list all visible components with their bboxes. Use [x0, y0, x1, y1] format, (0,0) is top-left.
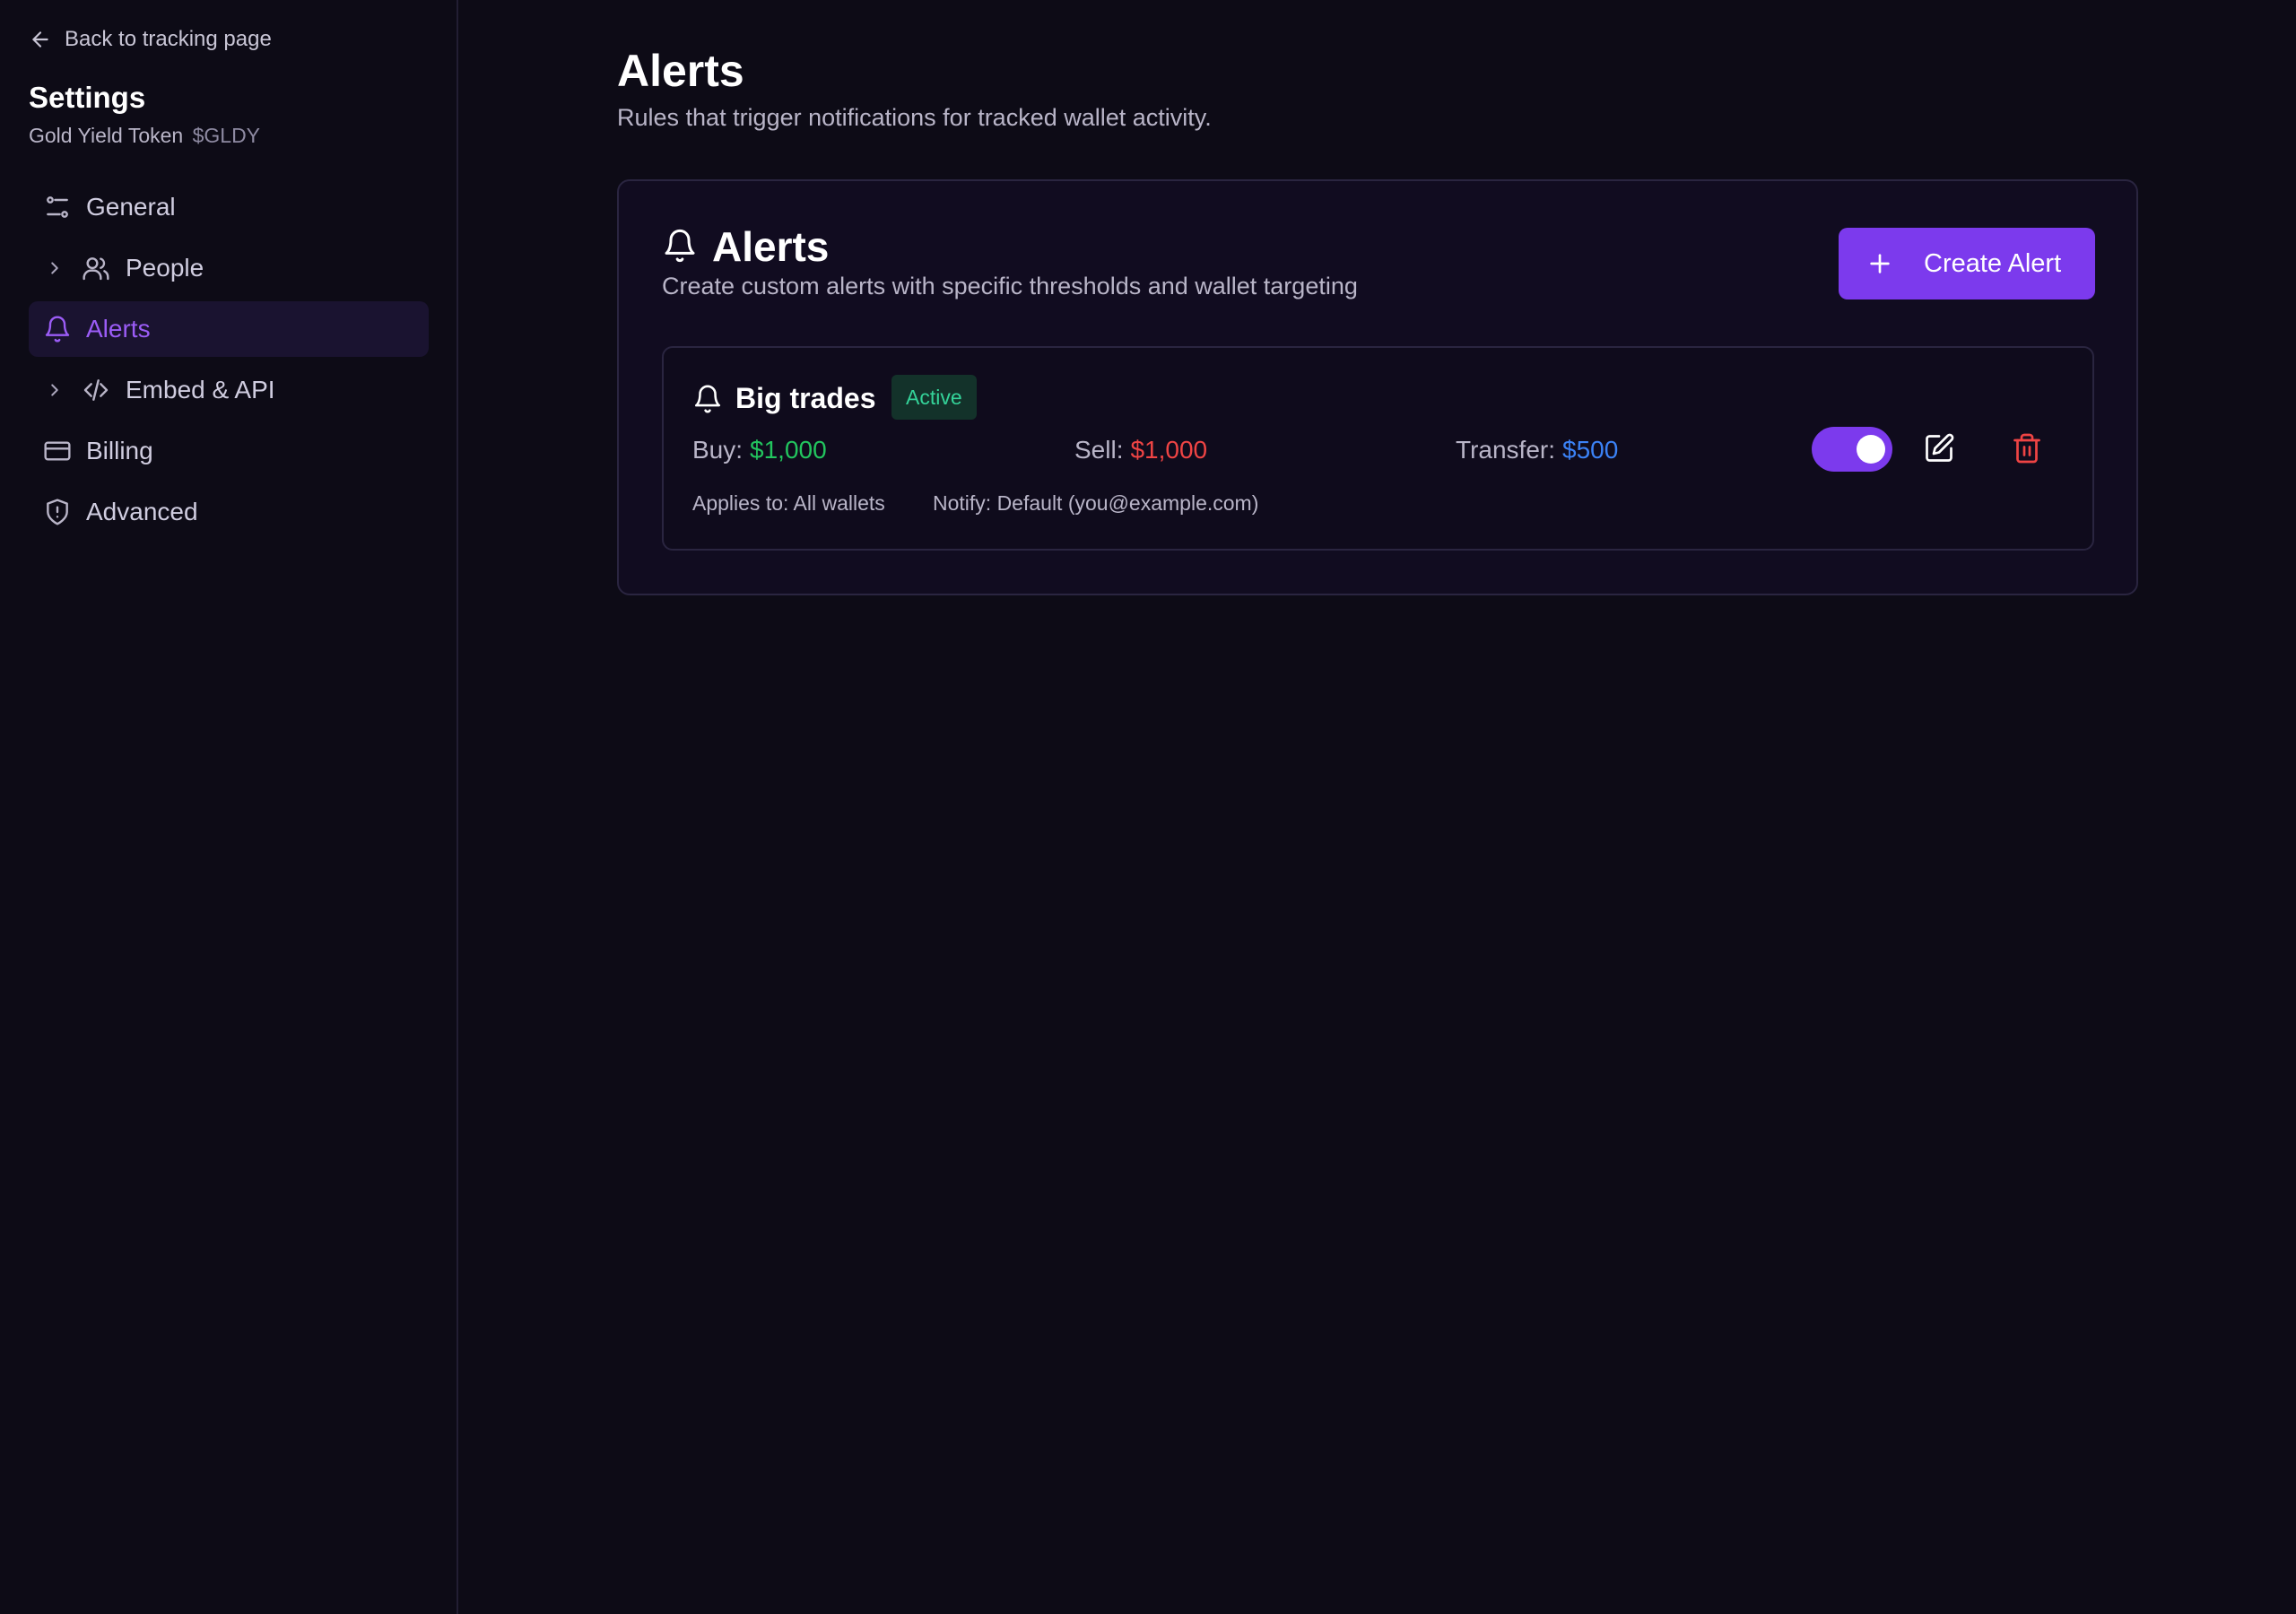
sidebar-item-billing[interactable]: Billing — [29, 423, 429, 479]
alert-enabled-toggle[interactable] — [1812, 427, 1892, 472]
settings-sidebar: Back to tracking page Settings Gold Yiel… — [0, 0, 458, 1614]
trash-icon — [2011, 432, 2043, 464]
settings-nav: General People Alerts Embed & API Billin… — [29, 179, 429, 545]
sell-label: Sell: — [1074, 436, 1124, 464]
buy-label: Buy: — [692, 436, 744, 464]
sidebar-item-label: Advanced — [86, 498, 198, 525]
sell-value: $1,000 — [1130, 436, 1208, 464]
create-alert-button[interactable]: Create Alert — [1839, 228, 2095, 299]
sidebar-item-general[interactable]: General — [29, 179, 429, 235]
edit-alert-button[interactable] — [1923, 432, 1955, 464]
arrow-left-icon — [29, 28, 52, 51]
chevron-right-icon[interactable] — [45, 258, 65, 278]
transfer-label: Transfer: — [1456, 436, 1555, 464]
sell-threshold: Sell: $1,000 — [1074, 436, 1207, 464]
page-subtitle: Rules that trigger notifications for tra… — [617, 104, 1212, 131]
sidebar-item-embed-api[interactable]: Embed & API — [29, 362, 429, 418]
bell-icon — [692, 384, 723, 414]
main-content: Alerts Rules that trigger notifications … — [459, 0, 2296, 1614]
sidebar-item-label: Embed & API — [126, 376, 275, 404]
credit-card-icon — [43, 437, 72, 465]
users-icon — [82, 254, 110, 282]
sidebar-item-label: General — [86, 193, 176, 221]
project-ticker: $GLDY — [192, 124, 261, 147]
alerts-card: Alerts Create custom alerts with specifi… — [617, 179, 2138, 595]
card-title: Alerts — [712, 223, 830, 270]
settings-title: Settings — [29, 81, 146, 114]
project-info: Gold Yield Token $GLDY — [29, 124, 260, 148]
plus-icon — [1866, 249, 1894, 278]
sidebar-item-people[interactable]: People — [29, 240, 429, 296]
notify-text: Notify: Default (you@example.com) — [933, 491, 1259, 515]
applies-to-text: Applies to: All wallets — [692, 491, 885, 515]
sidebar-item-label: Billing — [86, 437, 153, 464]
edit-icon — [1923, 432, 1955, 464]
delete-alert-button[interactable] — [2011, 432, 2043, 464]
sidebar-item-label: People — [126, 254, 204, 282]
bell-icon — [662, 228, 698, 264]
sidebar-item-advanced[interactable]: Advanced — [29, 484, 429, 540]
buy-value: $1,000 — [750, 436, 827, 464]
sidebar-item-label: Alerts — [86, 315, 151, 343]
create-alert-label: Create Alert — [1924, 248, 2062, 278]
sliders-icon — [43, 193, 72, 221]
status-badge: Active — [891, 375, 977, 420]
back-to-tracking-link[interactable]: Back to tracking page — [29, 27, 272, 52]
back-link-label: Back to tracking page — [65, 27, 272, 51]
page-title: Alerts — [617, 46, 744, 96]
shield-alert-icon — [43, 498, 72, 526]
transfer-threshold: Transfer: $500 — [1456, 436, 1618, 464]
chevron-right-icon[interactable] — [45, 380, 65, 400]
app-root: Back to tracking page Settings Gold Yiel… — [0, 0, 2296, 1614]
buy-threshold: Buy: $1,000 — [692, 436, 827, 464]
toggle-knob — [1857, 435, 1885, 464]
code-icon — [82, 376, 110, 404]
card-description: Create custom alerts with specific thres… — [662, 273, 1358, 299]
sidebar-item-alerts[interactable]: Alerts — [29, 301, 429, 357]
bell-icon — [43, 315, 72, 343]
alert-rule-item: Big trades Active Buy: $1,000 Sell: $1,000… — [662, 346, 2094, 551]
transfer-value: $500 — [1562, 436, 1619, 464]
alert-name: Big trades — [735, 382, 876, 414]
project-name: Gold Yield Token — [29, 124, 184, 147]
